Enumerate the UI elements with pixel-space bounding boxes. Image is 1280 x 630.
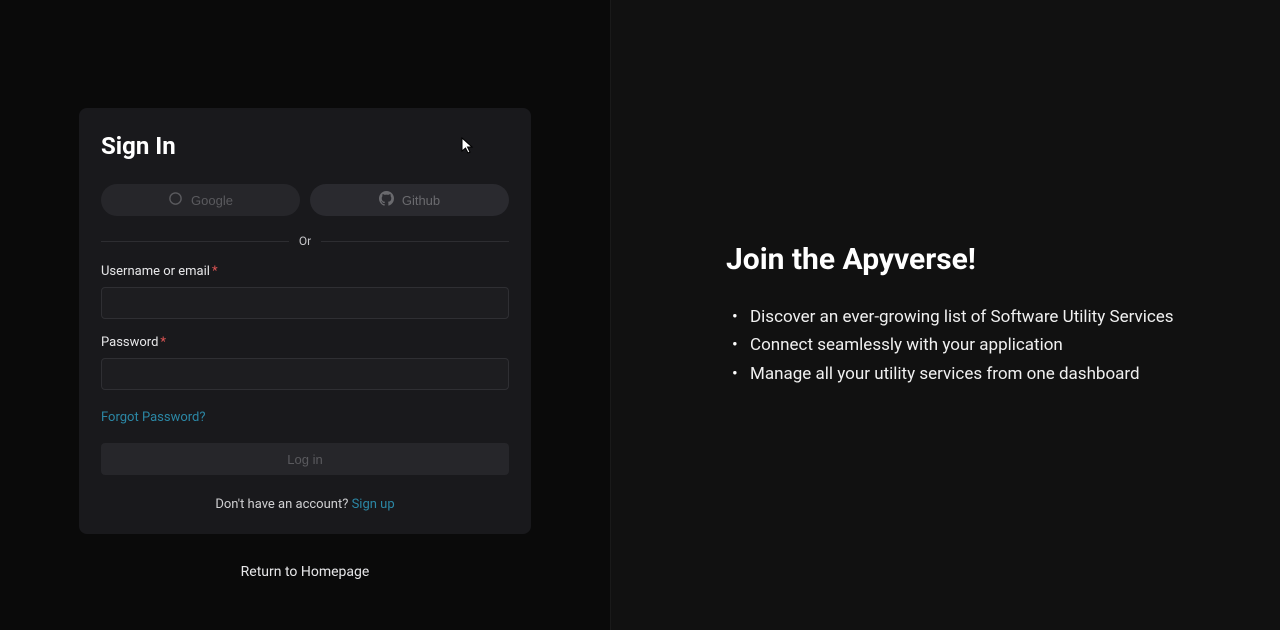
github-login-label: Github [402, 193, 440, 208]
password-field-group: Password* [101, 335, 509, 390]
hero-title: Join the Apyverse! [726, 242, 1230, 277]
google-login-button[interactable]: Google [101, 184, 300, 216]
divider-line-right [321, 241, 509, 242]
signup-link[interactable]: Sign up [352, 497, 395, 512]
google-login-label: Google [191, 193, 233, 208]
google-icon [168, 191, 183, 209]
required-mark: * [160, 335, 166, 350]
username-field-group: Username or email* [101, 264, 509, 319]
hero-bullet: Connect seamlessly with your application [726, 331, 1230, 359]
signin-title: Sign In [101, 132, 509, 160]
signin-panel: Sign In Google Github [0, 0, 610, 630]
signup-row: Don't have an account? Sign up [101, 497, 509, 512]
username-label-text: Username or email [101, 264, 210, 279]
password-label-text: Password [101, 335, 158, 350]
password-input[interactable] [101, 358, 509, 390]
hero-bullet: Manage all your utility services from on… [726, 360, 1230, 388]
social-login-row: Google Github [101, 184, 509, 216]
hero-bullet: Discover an ever-growing list of Softwar… [726, 303, 1230, 331]
login-button[interactable]: Log in [101, 443, 509, 475]
forgot-password-link[interactable]: Forgot Password? [101, 410, 206, 425]
github-icon [379, 191, 394, 209]
username-label: Username or email* [101, 264, 509, 279]
divider-line-left [101, 241, 289, 242]
signin-card: Sign In Google Github [79, 108, 531, 534]
hero-bullet-list: Discover an ever-growing list of Softwar… [726, 303, 1230, 387]
password-label: Password* [101, 335, 509, 350]
github-login-button[interactable]: Github [310, 184, 509, 216]
divider-row: Or [101, 234, 509, 248]
no-account-text: Don't have an account? [215, 497, 351, 512]
return-homepage-link[interactable]: Return to Homepage [241, 564, 370, 580]
hero-panel: Join the Apyverse! Discover an ever-grow… [610, 0, 1280, 630]
required-mark: * [212, 264, 218, 279]
divider-text: Or [299, 234, 311, 248]
username-input[interactable] [101, 287, 509, 319]
